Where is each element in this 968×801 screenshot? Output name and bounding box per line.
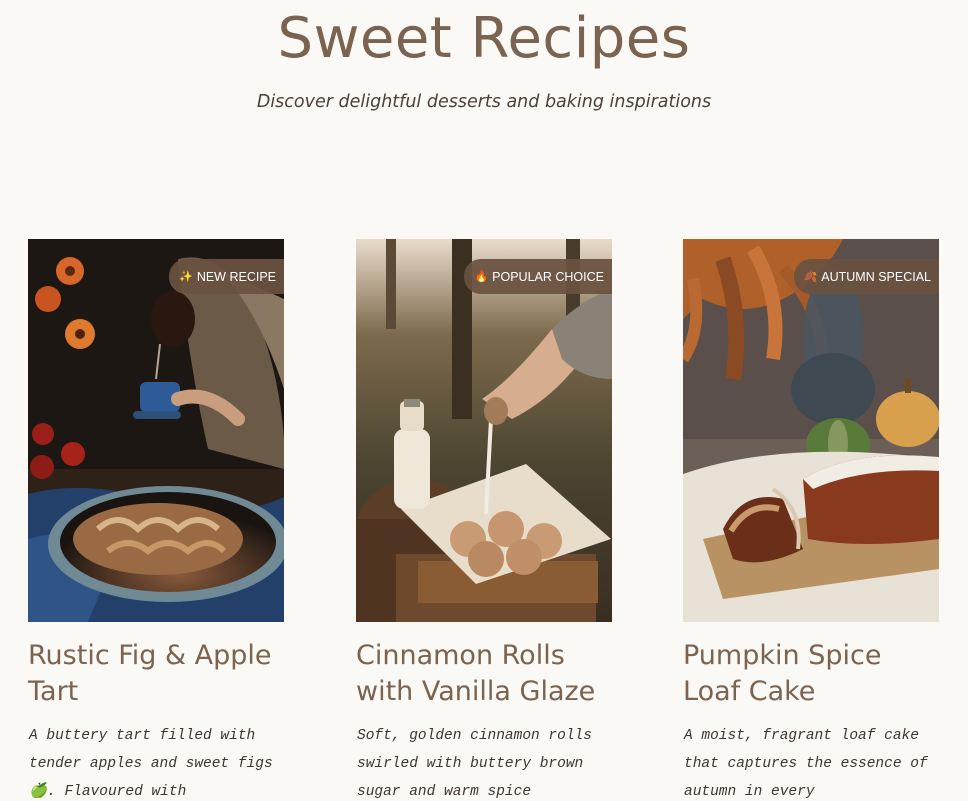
recipe-card[interactable]: 🍂 AUTUMN SPECIAL Pumpkin Spice Loaf Cake… <box>683 239 939 801</box>
recipe-card[interactable]: 🔥 POPULAR CHOICE Cinnamon Rolls with Van… <box>356 239 612 801</box>
recipe-photo-pumpkin-loaf[interactable]: 🍂 AUTUMN SPECIAL <box>683 239 939 622</box>
recipe-title[interactable]: Cinnamon Rolls with Vanilla Glaze <box>356 638 612 710</box>
recipe-badge: 🔥 POPULAR CHOICE <box>464 259 612 294</box>
page-subtitle: Discover delightful desserts and baking … <box>256 92 712 112</box>
recipe-description: A moist, fragrant loaf cake that capture… <box>684 728 928 800</box>
badge-label: NEW RECIPE <box>196 269 276 284</box>
recipe-photo-fig-apple-tart[interactable]: ✨ NEW RECIPE <box>28 239 284 622</box>
recipe-badge: ✨ NEW RECIPE <box>169 259 284 294</box>
recipe-description: A buttery tart filled with tender apples… <box>29 728 273 800</box>
recipe-badge: 🍂 AUTUMN SPECIAL <box>793 259 939 294</box>
recipe-card[interactable]: ✨ NEW RECIPE Rustic Fig & Apple Tart A b… <box>28 239 284 801</box>
badge-label: AUTUMN SPECIAL <box>821 269 931 284</box>
sparkles-icon: ✨ <box>179 271 193 283</box>
recipe-photo-cinnamon-rolls[interactable]: 🔥 POPULAR CHOICE <box>356 239 612 622</box>
maple-leaf-icon: 🍂 <box>803 271 818 283</box>
recipes-page: Sweet Recipes Discover delightful desser… <box>0 0 968 801</box>
badge-label: POPULAR CHOICE <box>492 269 604 284</box>
recipe-description: Soft, golden cinnamon rolls swirled with… <box>357 728 592 800</box>
recipe-title[interactable]: Rustic Fig & Apple Tart <box>28 638 284 710</box>
fire-icon: 🔥 <box>474 271 489 283</box>
recipe-title[interactable]: Pumpkin Spice Loaf Cake <box>683 638 939 710</box>
page-title: Sweet Recipes <box>277 6 691 71</box>
